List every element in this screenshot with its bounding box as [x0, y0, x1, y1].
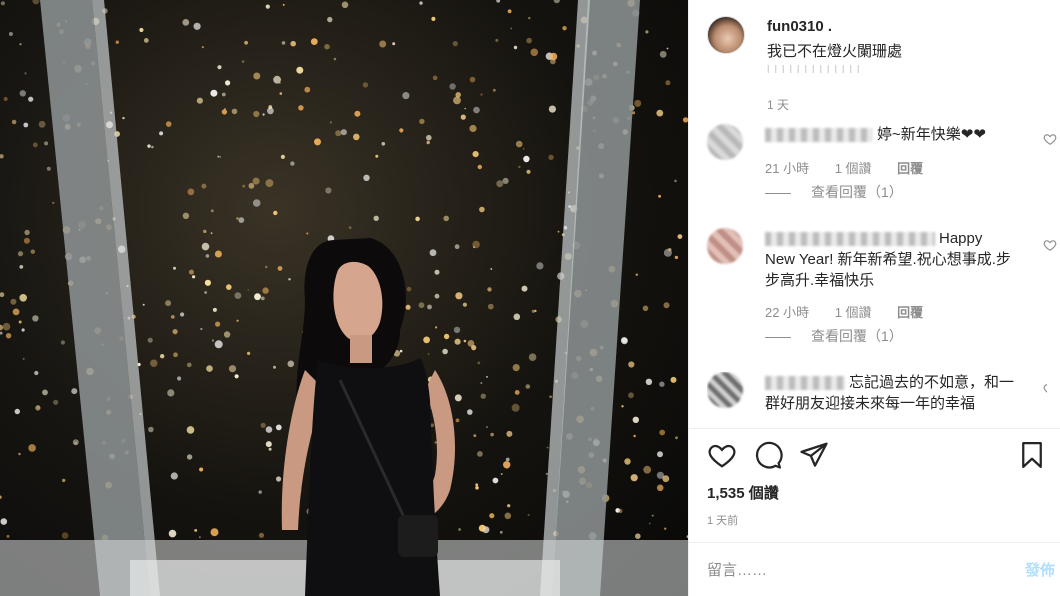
- comment-icon[interactable]: [753, 440, 783, 470]
- commenter-avatar[interactable]: [707, 228, 743, 264]
- view-replies-button[interactable]: 查看回覆（1）: [765, 182, 903, 202]
- post-caption: 我已不在燈火闌珊處: [767, 43, 903, 60]
- post-action-bar: [707, 440, 1047, 474]
- caption-timestamp: 1 天: [767, 98, 790, 112]
- comment-like-icon[interactable]: [1043, 238, 1057, 252]
- author-avatar[interactable]: [707, 16, 745, 54]
- comment-text: 婷~新年快樂❤❤: [765, 124, 1015, 145]
- post-timestamp: 1 天前: [707, 515, 739, 527]
- woman-figure: [281, 238, 455, 596]
- blurred-username[interactable]: [765, 232, 935, 247]
- commenter-avatar[interactable]: [707, 124, 743, 160]
- comment-item: 忘記過去的不如意，和一群好朋友迎接未來每一年的幸福: [707, 372, 1047, 428]
- comment-time: 21 小時: [765, 161, 810, 176]
- comment-item: Happy New Year! 新年新希望.祝心想事成.步步高升.幸福快乐 22…: [707, 228, 1057, 348]
- section-divider: [689, 428, 1060, 429]
- post-photo[interactable]: [0, 0, 688, 596]
- comment-like-icon[interactable]: [1043, 382, 1047, 396]
- comment-meta: 21 小時 1 個讚 回覆: [765, 158, 945, 177]
- comment-text: Happy New Year! 新年新希望.祝心想事成.步步高升.幸福快乐: [765, 228, 1015, 291]
- comment-text: 忘記過去的不如意，和一群好朋友迎接未來每一年的幸福: [765, 372, 1015, 414]
- comment-time: 22 小時: [765, 305, 810, 320]
- heart-icon[interactable]: [707, 440, 737, 470]
- share-icon[interactable]: [799, 440, 829, 470]
- blurred-username[interactable]: [765, 376, 845, 391]
- blurred-username[interactable]: [765, 128, 873, 143]
- comment-input[interactable]: [707, 559, 987, 581]
- likes-count[interactable]: 1,535 個讚: [707, 482, 779, 503]
- author-username[interactable]: fun0310 .: [767, 18, 832, 35]
- post-side-panel: fun0310 . 我已不在燈火闌珊處 l l l l l l l l l l …: [688, 0, 1060, 596]
- comment-like-count[interactable]: 1 個讚: [835, 305, 872, 320]
- caption-decoration: l l l l l l l l l l l l l: [767, 64, 861, 76]
- comment-reply-button[interactable]: 回覆: [897, 161, 923, 176]
- comment-item: 婷~新年快樂❤❤ 21 小時 1 個讚 回覆 查看回覆（1）: [707, 122, 1057, 202]
- comment-reply-button[interactable]: 回覆: [897, 305, 923, 320]
- bookmark-icon[interactable]: [1017, 440, 1047, 470]
- view-replies-button[interactable]: 查看回覆（1）: [765, 326, 903, 346]
- post-comment-button[interactable]: 發佈: [1025, 559, 1055, 580]
- comment-meta: 22 小時 1 個讚 回覆: [765, 302, 945, 321]
- commenter-avatar[interactable]: [707, 372, 743, 408]
- comment-like-count[interactable]: 1 個讚: [835, 161, 872, 176]
- comment-body: 婷~新年快樂❤❤: [877, 126, 986, 143]
- comment-like-icon[interactable]: [1043, 132, 1057, 146]
- add-comment-section: 發佈: [689, 542, 1060, 596]
